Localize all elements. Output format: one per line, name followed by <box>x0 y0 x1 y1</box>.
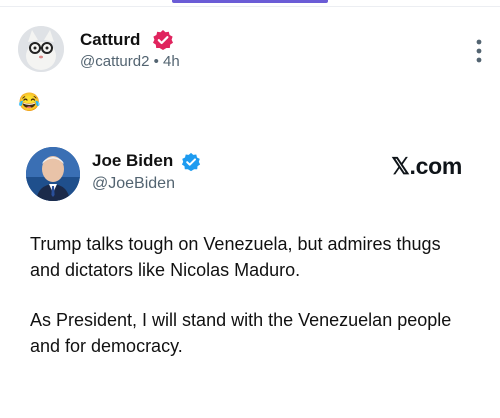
author-name[interactable]: Catturd <box>80 30 140 50</box>
person-avatar-icon <box>26 147 80 201</box>
post-text-emoji: 😂 <box>18 92 41 112</box>
verified-badge-icon <box>152 29 174 51</box>
tab-indicator <box>172 0 328 3</box>
avatar[interactable] <box>18 26 64 72</box>
tweet-paragraph: Trump talks tough on Venezuela, but admi… <box>30 234 441 280</box>
embedded-author-name[interactable]: Joe Biden <box>92 151 173 171</box>
post-header: Catturd @catturd2 • 4h <box>18 26 488 82</box>
verified-badge-icon <box>180 151 202 173</box>
divider <box>0 6 500 7</box>
author-handle[interactable]: @catturd2 <box>80 53 149 70</box>
author-handle-meta: @catturd2 • 4h <box>80 53 180 70</box>
embedded-avatar[interactable] <box>26 147 80 201</box>
cat-avatar-icon <box>18 26 64 72</box>
post-time[interactable]: 4h <box>163 53 180 70</box>
embedded-tweet-text: Trump talks tough on Venezuela, but admi… <box>30 231 470 383</box>
source-label: 𝕏.com <box>391 153 462 179</box>
embedded-author-handle[interactable]: @JoeBiden <box>92 175 175 193</box>
embedded-tweet[interactable]: Joe Biden @JoeBiden 𝕏.com Trump talks to… <box>26 143 486 413</box>
more-options-icon[interactable] <box>474 38 484 64</box>
tweet-paragraph: As President, I will stand with the Vene… <box>30 310 452 356</box>
meta-separator: • <box>153 53 159 70</box>
